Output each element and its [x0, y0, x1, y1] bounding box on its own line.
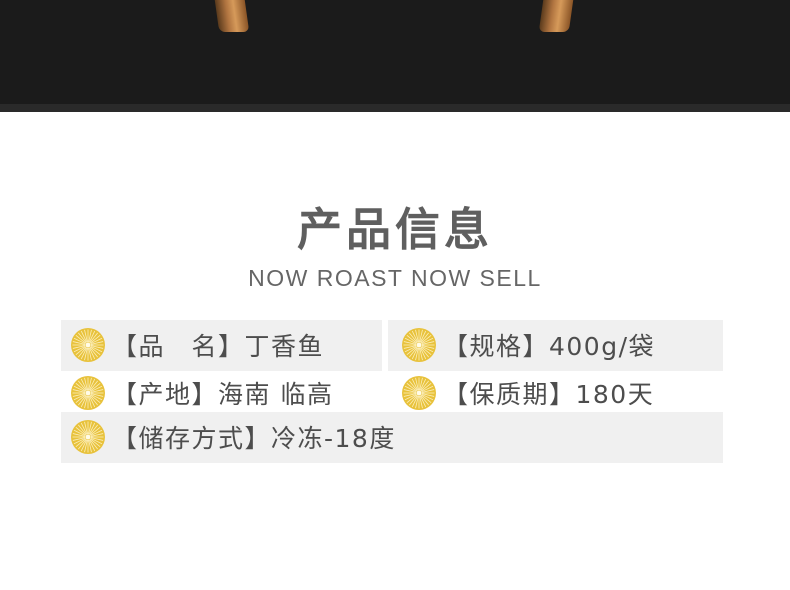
sunburst-icon — [71, 376, 105, 410]
sunburst-icon — [71, 420, 105, 454]
section-title: 产品信息 — [296, 203, 493, 256]
info-item-storage: 【储存方式】冷冻-18度 — [70, 412, 396, 462]
section-subtitle: NOW ROAST NOW SELL — [248, 265, 542, 291]
sunburst-icon — [402, 328, 436, 362]
info-spec-text: 【规格】400g/袋 — [443, 332, 656, 361]
banner-bottom-strip — [0, 104, 790, 112]
info-item-shelf-life: 【保质期】180天 — [401, 368, 654, 418]
info-item-origin: 【产地】海南 临高 — [70, 368, 333, 418]
info-name-text: 【品 名】丁香鱼 — [112, 332, 325, 361]
product-photo-banner — [0, 0, 790, 112]
sunburst-icon — [71, 328, 105, 362]
info-item-spec: 【规格】400g/袋 — [401, 320, 655, 370]
product-photo-stand-leg — [538, 0, 574, 32]
sunburst-icon — [402, 376, 436, 410]
product-photo-stand-leg — [214, 0, 250, 32]
info-item-name: 【品 名】丁香鱼 — [70, 320, 324, 370]
info-shelf-life-text: 【保质期】180天 — [443, 380, 655, 409]
info-storage-text: 【储存方式】冷冻-18度 — [112, 424, 396, 453]
info-origin-text: 【产地】海南 临高 — [112, 380, 334, 409]
